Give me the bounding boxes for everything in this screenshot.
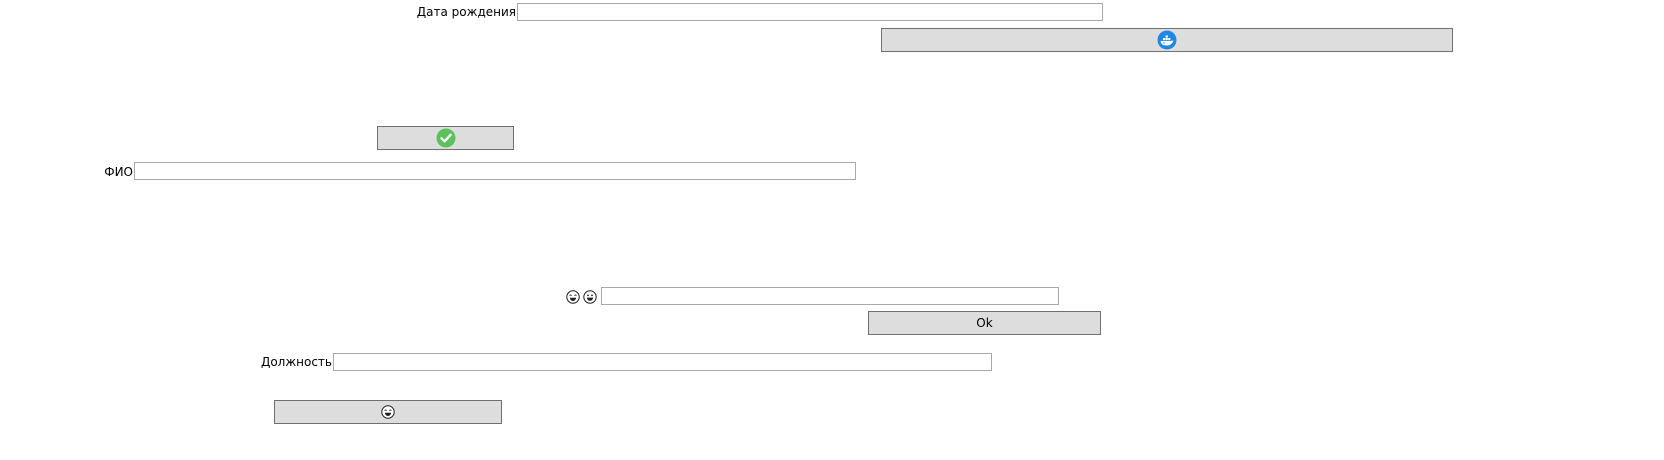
green-check-icon	[436, 128, 456, 148]
position-field[interactable]	[333, 353, 992, 371]
confirm-check-button[interactable]	[377, 126, 514, 150]
emoji-label	[566, 288, 597, 306]
emoji-button[interactable]	[274, 400, 502, 424]
position-label: Должность	[260, 355, 332, 369]
fio-label: ФИО	[104, 165, 133, 179]
whale-icon-button[interactable]	[881, 28, 1453, 52]
emoji-field[interactable]	[601, 287, 1059, 305]
birth-date-field[interactable]	[517, 3, 1103, 21]
laughing-face-icon	[566, 290, 580, 304]
ok-button[interactable]: Ok	[868, 311, 1101, 335]
docker-whale-icon	[1157, 30, 1177, 50]
birth-date-label: Дата рождения	[416, 5, 516, 19]
laughing-face-icon	[381, 405, 395, 419]
fio-field[interactable]	[134, 162, 856, 180]
grinning-face-icon	[583, 290, 597, 304]
form-window: Дата рождения ФИО Ok Должность	[0, 0, 1664, 460]
